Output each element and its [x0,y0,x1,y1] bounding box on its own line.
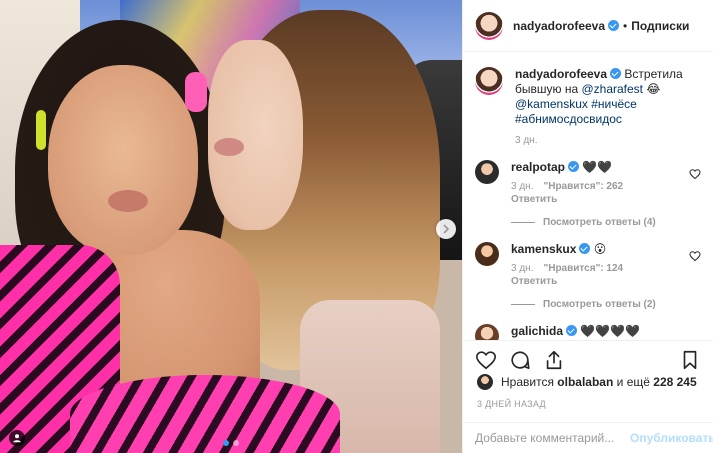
comment-item: galichida 🖤🖤🖤🖤 [475,324,701,340]
comment-line: realpotap 🖤🖤 [511,160,701,175]
mention-link[interactable]: @zharafest [581,82,643,96]
post-side-panel: nadyadorofeeva • Подписки nadyadorofeeva… [462,0,713,453]
bookmark-icon [683,350,697,369]
verified-badge-icon [566,325,578,336]
caption-time[interactable]: 3 дн. [515,135,701,146]
comment-text: 🖤🖤 [582,160,613,174]
comment-line: galichida 🖤🖤🖤🖤 [511,324,701,339]
photo-hair-clip [185,72,207,112]
comment-time[interactable]: 3 дн. [511,181,533,192]
post-time[interactable]: 3 ДНЕЙ НАЗАД [477,399,546,409]
post-header: nadyadorofeeva • Подписки [463,0,713,52]
like-button[interactable] [475,349,497,371]
comment-meta: 3 дн. "Нравится": 262 [511,181,701,192]
carousel-dot [233,440,239,446]
avatar[interactable] [475,160,499,184]
carousel-next-button[interactable] [436,219,456,239]
hashtag-link[interactable]: #абнимосдосвидос [515,112,622,126]
heart-icon[interactable] [689,250,701,262]
header-separator: • [623,18,628,33]
header-meta: nadyadorofeeva • Подписки [513,19,689,33]
chevron-right-icon [443,224,450,234]
comment-input[interactable] [475,431,630,445]
add-comment-bar: Опубликовать [463,422,713,453]
mention-link[interactable]: @kamenskux [515,97,588,111]
likes-user[interactable]: olbalaban [557,375,613,389]
photo-lips-right [214,138,244,156]
likes-middle: и ещё [616,375,650,389]
share-button[interactable] [543,349,565,371]
comment-body: galichida 🖤🖤🖤🖤 [511,324,701,340]
avatar[interactable] [475,324,499,340]
comment-item: kamenskux 😮 3 дн. "Нравится": 124 Ответи… [475,242,701,310]
comment-time[interactable]: 3 дн. [511,263,533,274]
share-icon [546,350,562,369]
comment-username[interactable]: galichida [511,324,563,338]
avatar[interactable] [475,242,499,266]
comment-likes[interactable]: "Нравится": 124 [543,263,623,274]
comment-text: 🖤🖤🖤🖤 [580,324,641,338]
hashtag-link[interactable]: #ничёсе [591,97,637,111]
comment-username[interactable]: realpotap [511,160,565,174]
photo-hair-clip [36,110,46,150]
comment-line: kamenskux 😮 [511,242,701,257]
caption-emoji: 😂 [646,82,661,96]
heart-icon [476,350,496,369]
verified-badge-icon [568,161,580,172]
view-replies-button[interactable]: Посмотреть ответы (2) [511,299,701,310]
comment-username[interactable]: kamenskux [511,242,576,256]
photo-face-left [48,65,198,255]
carousel-indicator [0,440,462,446]
caption-username[interactable]: nadyadorofeeva [515,67,607,81]
carousel-dot-active [223,440,229,446]
likes-summary[interactable]: Нравится olbalaban и ещё 228 245 [477,374,697,390]
post-caption: nadyadorofeeva Встретила бывшую на @zhar… [475,67,701,127]
comment-button[interactable] [509,349,531,371]
post-modal: nadyadorofeeva • Подписки nadyadorofeeva… [0,0,713,453]
likes-count[interactable]: 228 245 [653,375,696,389]
likes-prefix: Нравится [501,375,554,389]
avatar[interactable] [475,67,503,95]
comments-list[interactable]: nadyadorofeeva Встретила бывшую на @zhar… [463,53,713,340]
post-photo[interactable] [0,0,462,453]
comment-icon [511,350,530,369]
publish-button[interactable]: Опубликовать [630,431,713,445]
verified-badge-icon [608,20,620,31]
comment-body: realpotap 🖤🖤 3 дн. "Нравится": 262 Ответ… [511,160,701,228]
heart-icon[interactable] [689,168,701,180]
reply-button[interactable]: Ответить [511,194,701,205]
comment-likes[interactable]: "Нравится": 262 [543,181,623,192]
reply-button[interactable]: Ответить [511,276,701,287]
photo-face-right [208,40,303,230]
comment-meta: 3 дн. "Нравится": 124 [511,263,701,274]
post-actions [463,340,713,378]
verified-badge-icon [610,68,622,79]
comment-body: kamenskux 😮 3 дн. "Нравится": 124 Ответи… [511,242,701,310]
comment-item: realpotap 🖤🖤 3 дн. "Нравится": 262 Ответ… [475,160,701,228]
following-button[interactable]: Подписки [631,19,689,33]
verified-badge-icon [579,243,591,254]
view-replies-button[interactable]: Посмотреть ответы (4) [511,217,701,228]
save-button[interactable] [679,349,701,371]
avatar [477,374,493,390]
author-username[interactable]: nadyadorofeeva [513,19,605,33]
photo-lips-left [108,190,148,212]
avatar[interactable] [475,11,503,40]
caption-text: nadyadorofeeva Встретила бывшую на @zhar… [515,67,701,127]
comment-text: 😮 [593,242,607,256]
